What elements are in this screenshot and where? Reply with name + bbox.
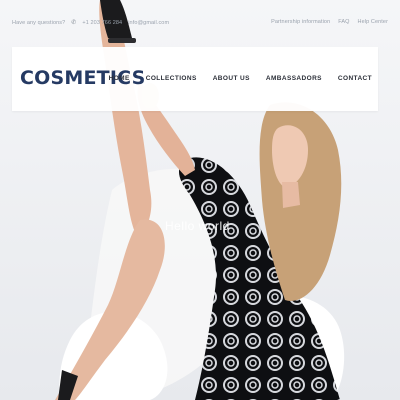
top-utility-bar: Have any questions? ✆ +1 203 766 284 inf… [0, 0, 400, 45]
utility-links: Partnership information FAQ Help Center [271, 19, 388, 25]
site-header: COSMETICS HOME COLLECTIONS ABOUT US AMBA… [12, 47, 378, 111]
nav-home[interactable]: HOME [109, 75, 130, 82]
phone-number[interactable]: +1 203 766 284 [82, 20, 122, 26]
email-address[interactable]: info@gmail.com [128, 20, 169, 26]
contact-info: Have any questions? ✆ +1 203 766 284 inf… [12, 19, 169, 27]
help-center-link[interactable]: Help Center [358, 19, 388, 25]
faq-link[interactable]: FAQ [338, 19, 349, 25]
nav-about-us[interactable]: ABOUT US [213, 75, 250, 82]
nav-ambassadors[interactable]: AMBASSADORS [266, 75, 322, 82]
hero-headline: Hello world [165, 219, 230, 233]
nav-collections[interactable]: COLLECTIONS [146, 75, 197, 82]
nav-contact[interactable]: CONTACT [338, 75, 372, 82]
partnership-link[interactable]: Partnership information [271, 19, 330, 25]
main-nav: HOME COLLECTIONS ABOUT US AMBASSADORS CO… [109, 75, 372, 82]
phone-icon: ✆ [71, 20, 77, 26]
questions-label: Have any questions? [12, 19, 66, 26]
